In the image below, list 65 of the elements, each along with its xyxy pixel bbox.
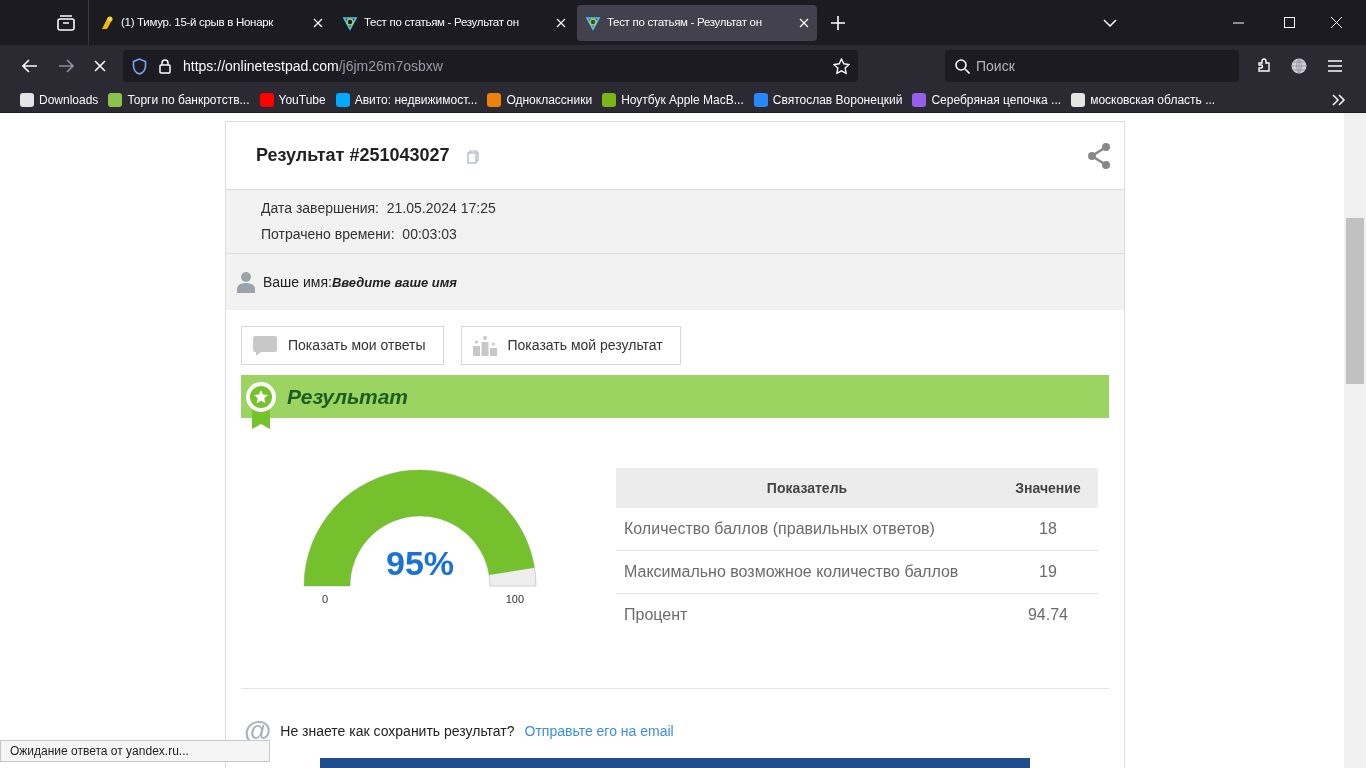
maximize-icon[interactable] (1284, 17, 1295, 28)
bookmark[interactable]: Авито: недвижимост... (335, 90, 478, 109)
column-header: Значение (998, 468, 1098, 508)
table-cell: 18 (998, 508, 1098, 551)
globe-icon[interactable] (1291, 58, 1307, 74)
gauge-reading: 95% (384, 546, 456, 580)
table-cell: 94.74 (998, 593, 1098, 636)
gauge-min-label: 0 (322, 592, 329, 607)
table-cell: Максимально возможное количество баллов (616, 550, 998, 594)
shield-icon[interactable] (132, 57, 147, 75)
chevron-down-icon[interactable] (1103, 18, 1117, 27)
search-icon (955, 59, 970, 74)
menu-icon[interactable] (1328, 60, 1342, 72)
status-bar: Ожидание ответа от yandex.ru... (0, 740, 270, 762)
table-cell: Процент (616, 593, 998, 636)
show-button[interactable]: Показать мои ответы (241, 326, 444, 365)
tab-favicon-icon (342, 14, 358, 31)
close-tab-icon[interactable] (313, 17, 323, 28)
result-title: Результат #251043027 (256, 144, 450, 167)
column-header: Показатель (616, 468, 998, 508)
lock-icon (159, 58, 171, 74)
user-icon (237, 271, 255, 293)
scrollbar[interactable] (1344, 113, 1366, 768)
section-title: Результат (287, 383, 409, 410)
table-cell: Количество баллов (правильных ответов) (616, 508, 998, 551)
speech-bubble-icon (253, 335, 277, 356)
tab-list-icon[interactable] (57, 14, 75, 31)
browser-tab[interactable]: Тест по статьям - Результат он (577, 4, 817, 41)
minimize-icon[interactable] (1233, 21, 1244, 24)
share-icon[interactable] (1087, 142, 1111, 169)
stop-icon[interactable] (94, 60, 106, 72)
url-text: https://onlinetestpad.com/j6jm26m7osbxw (183, 56, 443, 76)
back-icon[interactable] (22, 59, 38, 73)
browser-tab[interactable]: Тест по статьям - Результат он (334, 4, 574, 41)
table-cell: 19 (998, 550, 1098, 594)
search-field[interactable]: Поиск (945, 50, 1239, 82)
close-tab-icon[interactable] (556, 17, 566, 28)
bookmark[interactable]: Торги по банкротств... (108, 90, 250, 109)
podium-icon (472, 335, 497, 356)
browser-tab[interactable]: (1) Тимур. 15-й срыв в Нонарк (91, 4, 331, 41)
extensions-icon[interactable] (1256, 58, 1272, 74)
name-input-link[interactable]: Введите ваше имя (331, 274, 457, 290)
bookmark[interactable]: Святослав Воронецкий (753, 90, 903, 109)
forward-icon[interactable] (58, 59, 74, 73)
bookmark[interactable]: Ноутбук Apple MacB... (602, 90, 744, 109)
new-tab-icon[interactable] (831, 15, 845, 30)
save-question: Не знаете как сохранить результат? (280, 721, 515, 741)
bookmark[interactable]: московская область ... (1071, 90, 1216, 109)
bookmark[interactable]: YouTube (259, 90, 326, 109)
close-tab-icon[interactable] (799, 17, 809, 28)
meta-line: Дата завершения: 21.05.2024 17:25 (261, 199, 497, 218)
tab-favicon-icon (585, 14, 601, 31)
chevron-double-right-icon[interactable] (1332, 93, 1346, 106)
tab-favicon-icon (99, 14, 115, 31)
address-bar[interactable]: https://onlinetestpad.com/j6jm26m7osbxw (123, 50, 858, 82)
star-icon[interactable] (833, 57, 850, 75)
award-icon (245, 381, 277, 429)
meta-line: Потрачено времени: 00:03:03 (261, 225, 458, 244)
show-button[interactable]: Показать мой результат (460, 326, 681, 365)
bookmark[interactable]: Downloads (20, 90, 99, 109)
close-icon[interactable] (1331, 17, 1342, 28)
bookmark[interactable]: Серебряная цепочка ... (912, 90, 1062, 109)
bookmark[interactable]: Одноклассники (487, 90, 593, 109)
name-line: Ваше имя:Введите ваше имя (263, 272, 457, 292)
gauge-max-label: 100 (505, 592, 524, 607)
